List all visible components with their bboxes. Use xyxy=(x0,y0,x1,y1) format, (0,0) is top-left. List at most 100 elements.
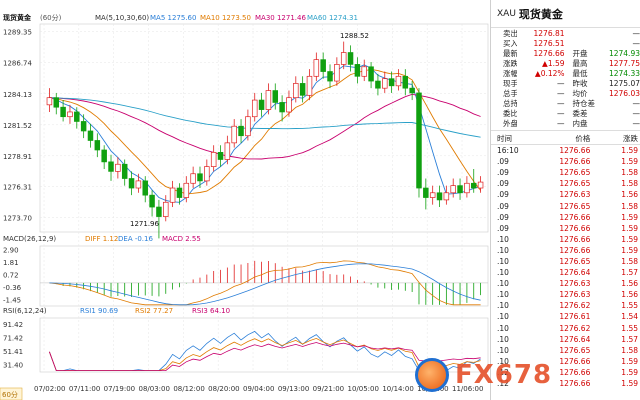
tick-row[interactable]: .10 1276.64 1.57 xyxy=(491,267,640,278)
ma-label: MA(5,10,30,60) xyxy=(95,14,149,22)
stat-value: 1277.75 xyxy=(608,58,640,68)
quote-row: 卖出 1276.81— xyxy=(491,28,640,38)
candle-body xyxy=(101,149,107,163)
date-tick-label: 10/14:00 xyxy=(382,385,413,393)
tick-price: 1276.62 xyxy=(559,301,591,311)
date-tick-label: 08/12:00 xyxy=(173,385,204,393)
quote-row: 涨幅 ▲0.12% 最低 1274.33 xyxy=(491,68,640,78)
tick-price: 1276.66 xyxy=(559,146,591,156)
rsi-tick-label: 51.41 xyxy=(3,348,23,356)
tick-row[interactable]: .09 1276.65 1.58 xyxy=(491,200,640,211)
quote-row: 外盘 — 内盘 — xyxy=(491,118,640,128)
tick-change: 1.56 xyxy=(621,279,638,289)
candle-body xyxy=(183,182,190,198)
quote-row: 总手 — 均价 1276.03 xyxy=(491,88,640,98)
candle-body xyxy=(286,97,292,113)
tick-row[interactable]: .09 1276.65 1.58 xyxy=(491,167,640,178)
price-tick-label: 1278.91 xyxy=(3,153,32,161)
tick-change: 1.58 xyxy=(621,179,638,189)
tick-price: 1276.63 xyxy=(559,279,591,289)
candle-body xyxy=(334,64,340,82)
macd-tick-label: 2.90 xyxy=(3,246,19,254)
tick-time: .09 xyxy=(497,212,509,222)
tick-change: 1.56 xyxy=(621,190,638,200)
tick-change: 1.57 xyxy=(621,334,638,344)
candle-body xyxy=(204,166,210,182)
quote-row: 现手 — 昨收 1275.07 xyxy=(491,78,640,88)
stat-value: — xyxy=(632,108,640,118)
ma5-value: MA5 1275.60 xyxy=(150,14,196,22)
candle-body xyxy=(293,83,299,99)
quote-row: 总持 — 持仓差 — xyxy=(491,98,640,108)
tick-row[interactable]: .10 1276.66 1.59 xyxy=(491,245,640,256)
tick-time: .09 xyxy=(497,157,509,167)
quote-row: 涨跌 ▲1.59 最高 1277.75 xyxy=(491,58,640,68)
tick-row[interactable]: .09 1276.65 1.58 xyxy=(491,178,640,189)
tick-row[interactable]: .09 1276.66 1.59 xyxy=(491,156,640,167)
candle-body xyxy=(197,173,203,182)
quote-row: 委比 — 委差 — xyxy=(491,108,640,118)
candle-body xyxy=(299,83,306,96)
tick-row[interactable]: .09 1276.66 1.59 xyxy=(491,223,640,234)
tick-time: .09 xyxy=(497,190,509,200)
candle-body xyxy=(375,80,381,89)
tick-price: 1276.61 xyxy=(559,312,591,322)
candle-body xyxy=(272,90,279,103)
ticks-header-change: 涨跌 xyxy=(623,134,638,143)
candle-body xyxy=(429,192,436,198)
tick-change: 1.59 xyxy=(621,223,638,233)
tick-row[interactable]: .10 1276.62 1.55 xyxy=(491,300,640,311)
period-badge[interactable]: 60分 xyxy=(2,390,18,399)
tick-row[interactable]: .10 1276.64 1.57 xyxy=(491,334,640,345)
candle-body xyxy=(470,182,477,189)
tick-row[interactable]: .10 1276.62 1.55 xyxy=(491,323,640,334)
candle-body xyxy=(313,59,320,77)
quote-header: XAU 现货黄金 xyxy=(491,0,640,28)
diff-value: DIFF 1.12 xyxy=(85,235,118,243)
tick-time: .09 xyxy=(497,168,509,178)
tick-row[interactable]: .09 1276.66 1.59 xyxy=(491,212,640,223)
high-marker: 1288.52 xyxy=(340,32,369,40)
ma10-value: MA10 1273.50 xyxy=(200,14,251,22)
macd-value: MACD 2.55 xyxy=(162,235,201,243)
candle-body xyxy=(224,142,231,160)
tick-change: 1.58 xyxy=(621,256,638,266)
tick-row[interactable]: 16:10 1276.66 1.59 xyxy=(491,145,640,156)
tick-price: 1276.66 xyxy=(559,223,591,233)
candle-body xyxy=(443,192,450,201)
candle-body xyxy=(163,201,169,217)
candle-body xyxy=(395,75,402,87)
tick-price: 1276.63 xyxy=(559,190,591,200)
date-tick-label: 10/05:00 xyxy=(348,385,379,393)
tick-change: 1.58 xyxy=(621,168,638,178)
chart-canvas[interactable]: 1289.35 1286.74 1284.13 1281.52 1278.91 1276.… xyxy=(0,0,490,400)
candle-body xyxy=(210,152,217,167)
tick-row[interactable]: .09 1276.63 1.56 xyxy=(491,189,640,200)
price-tick-label: 1276.31 xyxy=(3,184,32,192)
candle-body xyxy=(347,52,354,65)
tick-row[interactable]: .10 1276.66 1.59 xyxy=(491,234,640,245)
tick-price: 1276.65 xyxy=(559,256,591,266)
quote-row: 买入 1276.51— xyxy=(491,38,640,48)
tick-row[interactable]: .10 1276.63 1.56 xyxy=(491,278,640,289)
tick-row[interactable]: .10 1276.61 1.54 xyxy=(491,311,640,322)
candle-body xyxy=(382,78,388,89)
quote-panel: XAU 现货黄金 卖出 1276.81— 买入 1276.51— 最新 1276.66 开盘… xyxy=(490,0,640,400)
low-marker: 1271.96 xyxy=(130,220,159,228)
fx678-logo-icon xyxy=(415,358,449,392)
tick-row[interactable]: .10 1276.63 1.56 xyxy=(491,289,640,300)
tick-row[interactable]: .10 1276.65 1.58 xyxy=(491,256,640,267)
stat-value: 1276.51 xyxy=(533,38,565,48)
candle-body xyxy=(464,182,470,194)
kline-chart[interactable]: 1289.35 1286.74 1284.13 1281.52 1278.91 1276.… xyxy=(0,0,490,400)
candle-body xyxy=(436,192,443,201)
tick-price: 1276.65 xyxy=(559,168,591,178)
ticks-header: 时间 价格 涨跌 xyxy=(491,133,640,145)
rsi-tick-label: 91.42 xyxy=(3,321,23,329)
ma60-value: MA60 1274.31 xyxy=(307,14,358,22)
candle-body xyxy=(238,125,244,137)
rsi-label: RSI(6,12,24) xyxy=(3,307,47,315)
candle-body xyxy=(108,161,114,172)
candle-body xyxy=(149,194,155,208)
candle-body xyxy=(388,78,395,87)
